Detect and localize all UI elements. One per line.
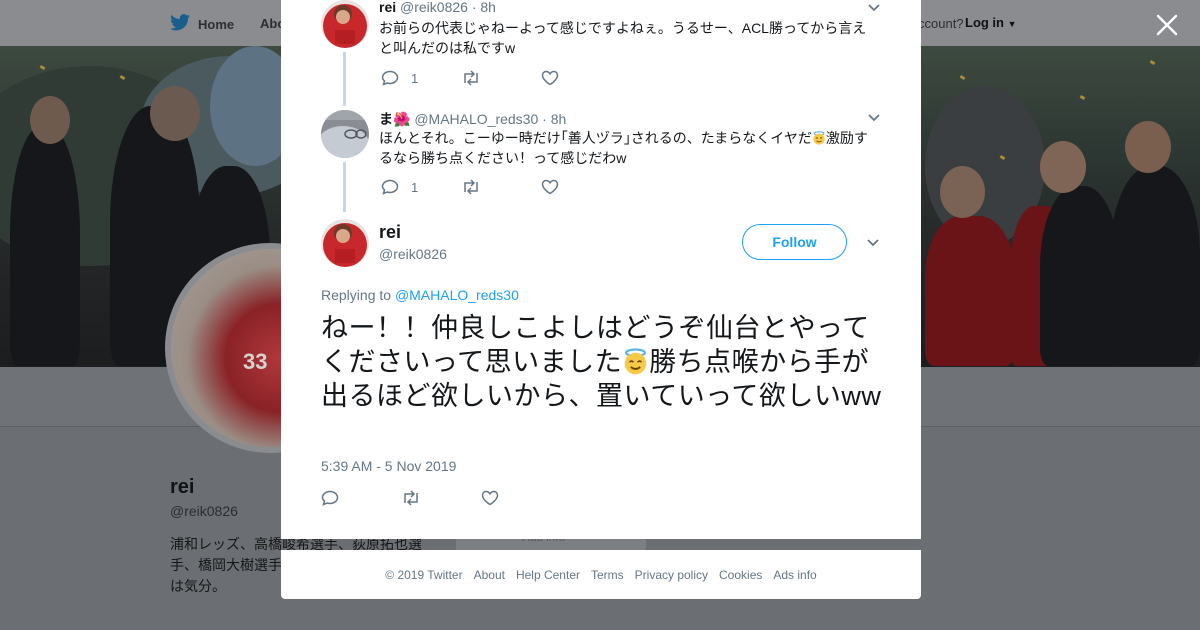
smiling-face-with-halo-icon <box>624 348 647 375</box>
login-label: Log in <box>965 15 1004 30</box>
reply-icon <box>321 490 339 506</box>
heart-icon <box>541 70 559 86</box>
chevron-down-icon[interactable] <box>867 111 881 125</box>
retweet-icon <box>404 490 418 506</box>
tweet-text: お前らの代表じゃねーよって感じですよねぇ。うるせー、ACL勝ってから言えと叫んだ… <box>379 20 867 56</box>
like-action[interactable] <box>541 179 621 195</box>
footer-link-privacy-policy[interactable]: Privacy policy <box>635 568 708 582</box>
close-icon <box>1156 14 1178 36</box>
reply-action[interactable]: 1 <box>381 70 461 86</box>
nav-home-label: Home <box>198 16 235 32</box>
modal-footer: © 2019 Twitter About Help Center Terms P… <box>281 550 921 599</box>
replying-to: Replying to @MAHALO_reds30 <box>321 287 519 303</box>
main-tweet-timestamp[interactable]: 5:39 AM - 5 Nov 2019 <box>321 458 456 474</box>
tweet-author-handle[interactable]: @MAHALO_reds30 <box>414 111 538 127</box>
login-button[interactable]: Log in ▼ <box>965 15 1017 30</box>
heart-icon <box>541 179 559 195</box>
tweet-actions: 1 <box>381 70 621 86</box>
thread-connector <box>343 52 346 106</box>
smiling-face-with-halo-icon <box>813 131 825 145</box>
main-tweet-text: ねー！！仲良しこよしはどうぞ仙台とやってくださいって思いました 勝ち点喉から手が出… <box>321 311 886 413</box>
retweet-icon <box>464 70 478 86</box>
tweet-time[interactable]: · 8h <box>542 111 566 127</box>
footer-link-ads-info[interactable]: Ads info <box>773 568 816 582</box>
tweet-actions: 1 <box>381 179 621 195</box>
tweet-author-name[interactable]: rei <box>379 0 396 15</box>
avatar[interactable] <box>321 110 369 158</box>
tweet-text: ほんとそれ。こーゆー時だけ｢善人ヅラ｣されるの、たまらなくイヤだ 激励するなら勝ち… <box>379 128 879 168</box>
chevron-down-icon[interactable] <box>866 236 880 250</box>
footer-copyright: © 2019 Twitter <box>385 567 463 582</box>
footer-link-about[interactable]: About <box>474 568 505 582</box>
reply-count: 1 <box>411 70 419 86</box>
caret-down-icon: ▼ <box>1007 19 1017 29</box>
profile-name: rei <box>170 476 195 498</box>
nav-home[interactable]: Home <box>170 14 234 34</box>
tweet-author-name[interactable]: ま🌺 <box>379 111 410 127</box>
tweet-author-handle[interactable]: @reik0826 <box>400 0 468 15</box>
close-modal-button[interactable] <box>1152 10 1182 40</box>
reply-icon <box>381 70 399 86</box>
reply-action[interactable] <box>321 490 401 506</box>
retweet-icon <box>464 179 478 195</box>
footer-link-help-center[interactable]: Help Center <box>516 568 580 582</box>
twitter-bird-icon <box>170 14 190 34</box>
profile-handle: @reik0826 <box>170 503 238 519</box>
heart-icon <box>481 490 499 506</box>
replying-to-label: Replying to <box>321 287 392 303</box>
ancestor-tweet[interactable]: ま🌺 @MAHALO_reds30 · 8h ほんとそれ。こーゆー時だけ｢善人ヅ… <box>321 110 881 210</box>
account-prompt: ccount? <box>918 16 964 31</box>
chevron-down-icon[interactable] <box>867 1 881 15</box>
replying-to-handle[interactable]: @MAHALO_reds30 <box>395 287 519 303</box>
footer-link-terms[interactable]: Terms <box>591 568 624 582</box>
like-action[interactable] <box>481 490 561 506</box>
tweet-text-part: ほんとそれ。こーゆー時だけ｢善人ヅラ｣されるの、たまらなくイヤだ <box>379 130 812 146</box>
retweet-action[interactable] <box>461 70 541 86</box>
tweet-permalink-modal: rei @reik0826 · 8h お前らの代表じゃねーよって感じですよねぇ。… <box>281 0 921 539</box>
reply-count: 1 <box>411 179 419 195</box>
avatar[interactable] <box>321 0 369 48</box>
main-tweet-avatar[interactable] <box>321 219 369 267</box>
retweet-action[interactable] <box>401 490 481 506</box>
follow-button[interactable]: Follow <box>742 224 847 260</box>
tweet-time[interactable]: · 8h <box>472 0 496 15</box>
footer-link-cookies[interactable]: Cookies <box>719 568 762 582</box>
reply-action[interactable]: 1 <box>381 179 461 195</box>
main-tweet-actions <box>321 490 561 506</box>
main-tweet-author-handle[interactable]: @reik0826 <box>379 246 447 262</box>
thread-connector <box>343 162 346 212</box>
main-tweet-author-name[interactable]: rei <box>379 222 401 243</box>
retweet-action[interactable] <box>461 179 541 195</box>
reply-icon <box>381 179 399 195</box>
like-action[interactable] <box>541 70 621 86</box>
